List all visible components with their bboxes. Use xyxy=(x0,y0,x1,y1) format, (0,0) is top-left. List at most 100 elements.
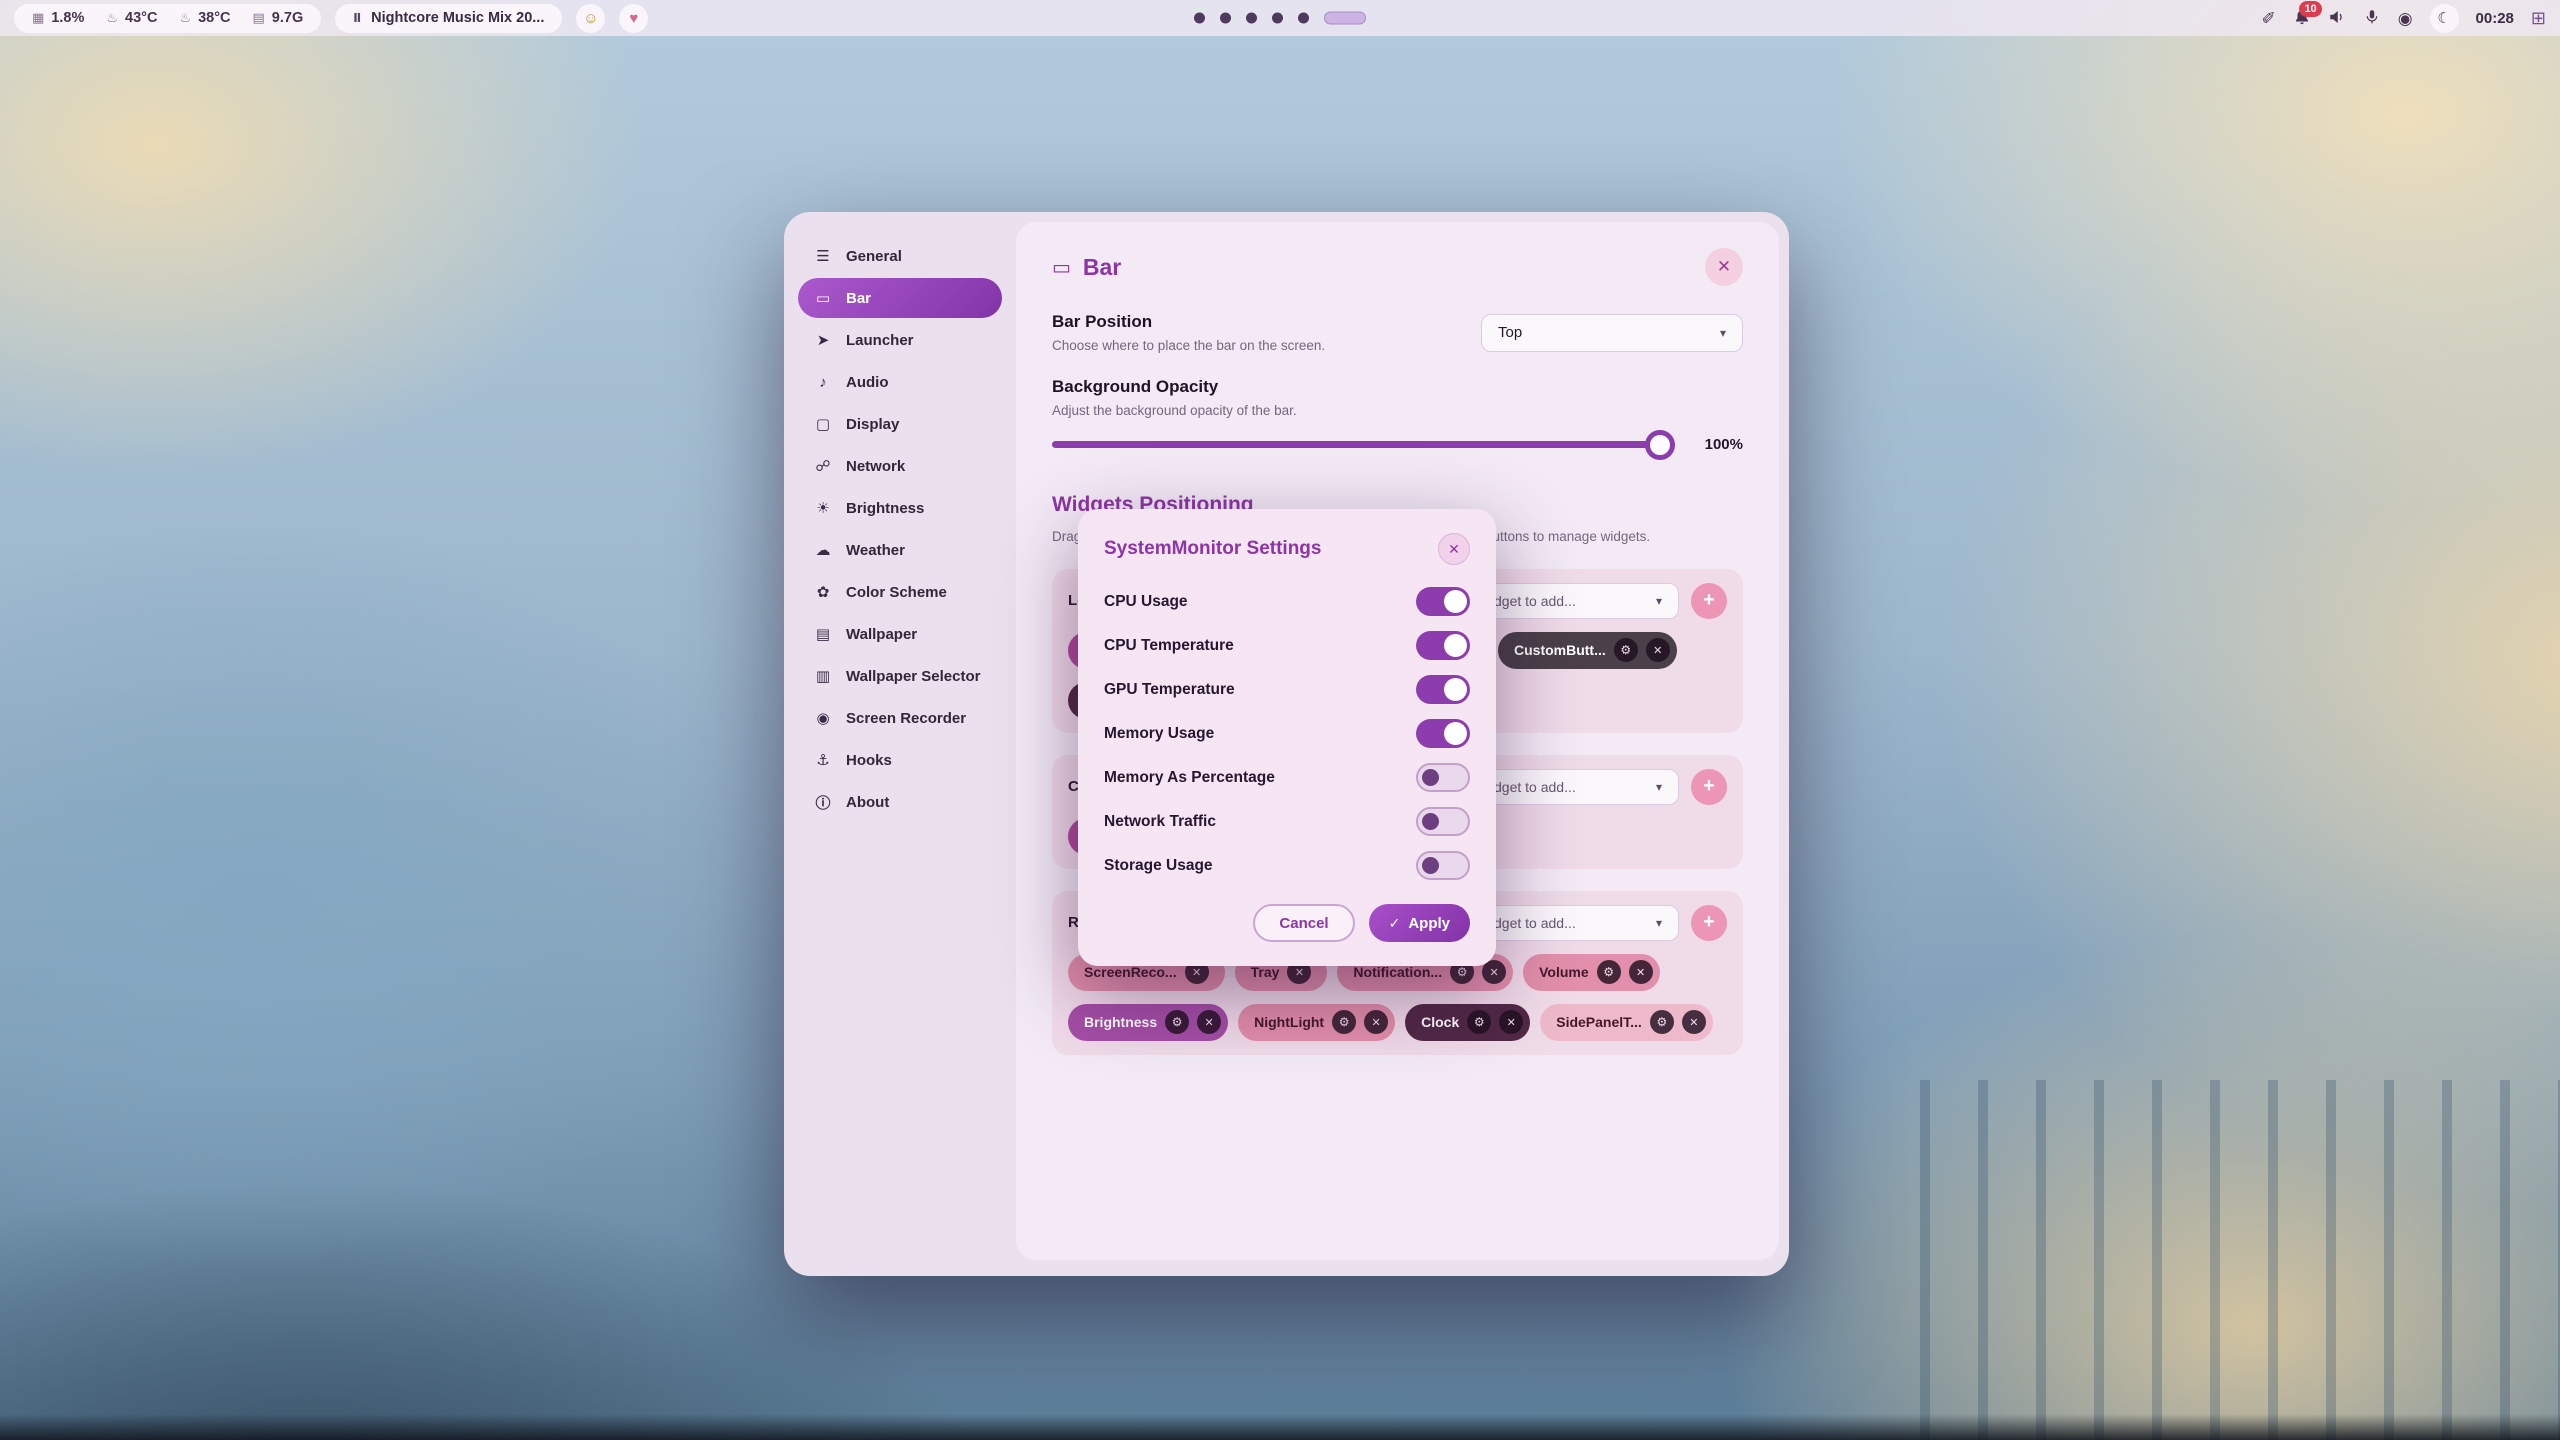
chip-settings-button[interactable]: ⚙ xyxy=(1467,1010,1491,1034)
sidebar-item-brightness[interactable]: ☀ Brightness xyxy=(798,488,1002,528)
sidebar-item-launcher[interactable]: ➤ Launcher xyxy=(798,320,1002,360)
storage-usage-toggle[interactable] xyxy=(1416,851,1470,880)
volume-button[interactable] xyxy=(2328,8,2346,29)
moon-icon: ☾ xyxy=(2437,11,2450,26)
toggle-label: Storage Usage xyxy=(1104,857,1213,875)
chip-remove-button[interactable]: ✕ xyxy=(1197,1010,1221,1034)
chip-label: SidePanelT... xyxy=(1556,1014,1642,1030)
check-icon: ✓ xyxy=(1389,915,1401,932)
memory-as-percentage-toggle[interactable] xyxy=(1416,763,1470,792)
add-widget-button-right[interactable]: + xyxy=(1691,905,1727,941)
cpu-usage-toggle[interactable] xyxy=(1416,587,1470,616)
window-close-button[interactable]: ✕ xyxy=(1705,248,1743,286)
close-icon: ✕ xyxy=(1717,257,1731,277)
screen-record-button[interactable]: ◉ xyxy=(2398,10,2413,27)
sidebar-item-bar[interactable]: ▭ Bar xyxy=(798,278,1002,318)
chip-remove-button[interactable]: ✕ xyxy=(1364,1010,1388,1034)
system-stats-widget[interactable]: ▦ 1.8% ♨ 43°C ♨ 38°C ▤ 9.7G xyxy=(14,4,321,33)
toggle-row-cpu-temperature: CPU Temperature xyxy=(1104,631,1470,660)
sidebar-item-label: Screen Recorder xyxy=(846,710,966,727)
sliders-icon: ☰ xyxy=(813,247,833,265)
close-icon: ✕ xyxy=(1372,1016,1381,1029)
gpu-temp-stat: ♨ 38°C xyxy=(179,10,230,26)
chevron-down-icon: ▾ xyxy=(1656,780,1662,794)
color-picker-button[interactable]: ✐ xyxy=(2261,10,2275,27)
chip-remove-button[interactable]: ✕ xyxy=(1629,960,1653,984)
widget-chip-volume[interactable]: Volume ⚙ ✕ xyxy=(1523,954,1660,991)
close-icon: ✕ xyxy=(1448,541,1460,558)
apply-button[interactable]: ✓ Apply xyxy=(1369,904,1470,942)
workspace-dot[interactable] xyxy=(1194,13,1205,24)
modal-close-button[interactable]: ✕ xyxy=(1438,533,1470,565)
notifications-button[interactable]: 10 xyxy=(2293,9,2311,27)
workspace-dot[interactable] xyxy=(1246,13,1257,24)
bar-position-dropdown[interactable]: Top ▾ xyxy=(1481,314,1743,352)
workspace-dot[interactable] xyxy=(1298,13,1309,24)
sidebar-item-weather[interactable]: ☁ Weather xyxy=(798,530,1002,570)
memory-value: 9.7G xyxy=(272,10,303,26)
chip-settings-button[interactable]: ⚙ xyxy=(1597,960,1621,984)
widget-chip-sidepaneltoggle[interactable]: SidePanelT... ⚙ ✕ xyxy=(1540,1004,1713,1041)
sidebar-item-general[interactable]: ☰ General xyxy=(798,236,1002,276)
chip-settings-button[interactable]: ⚙ xyxy=(1614,638,1638,662)
chip-settings-button[interactable]: ⚙ xyxy=(1165,1010,1189,1034)
bar-position-value: Top xyxy=(1498,324,1522,341)
widget-chip-nightlight[interactable]: NightLight ⚙ ✕ xyxy=(1238,1004,1395,1041)
sidebar-item-color-scheme[interactable]: ✿ Color Scheme xyxy=(798,572,1002,612)
emoji-picker-button[interactable]: ☺ xyxy=(576,4,605,33)
cpu-temp-stat: ♨ 43°C xyxy=(106,10,157,26)
hook-icon: ⚓ xyxy=(813,751,833,769)
sidebar-item-screen-recorder[interactable]: ◉ Screen Recorder xyxy=(798,698,1002,738)
cancel-button[interactable]: Cancel xyxy=(1253,904,1354,942)
clock[interactable]: 00:28 xyxy=(2476,10,2514,27)
audio-icon: ♪ xyxy=(813,374,833,391)
sidebar-item-display[interactable]: ▢ Display xyxy=(798,404,1002,444)
add-widget-button-center[interactable]: + xyxy=(1691,769,1727,805)
toggle-row-storage-usage: Storage Usage xyxy=(1104,851,1470,880)
cpu-temperature-toggle[interactable] xyxy=(1416,631,1470,660)
widget-chip-custombutton[interactable]: CustomButt... ⚙ ✕ xyxy=(1498,632,1677,669)
widget-chip-clock[interactable]: Clock ⚙ ✕ xyxy=(1405,1004,1530,1041)
chip-settings-button[interactable]: ⚙ xyxy=(1332,1010,1356,1034)
sidebar-item-about[interactable]: ⓘ About xyxy=(798,782,1002,822)
workspace-dot[interactable] xyxy=(1220,13,1231,24)
media-player-widget[interactable]: Ⅱ Nightcore Music Mix 20... xyxy=(335,4,562,33)
pause-icon: Ⅱ xyxy=(353,11,360,25)
chip-settings-button[interactable]: ⚙ xyxy=(1650,1010,1674,1034)
add-widget-button-left[interactable]: + xyxy=(1691,583,1727,619)
sidebar-item-network[interactable]: ☍ Network xyxy=(798,446,1002,486)
microphone-button[interactable] xyxy=(2363,8,2381,29)
sidebar-item-audio[interactable]: ♪ Audio xyxy=(798,362,1002,402)
network-traffic-toggle[interactable] xyxy=(1416,807,1470,836)
network-icon: ☍ xyxy=(813,457,833,475)
sidebar-item-wallpaper[interactable]: ▤ Wallpaper xyxy=(798,614,1002,654)
cancel-button-label: Cancel xyxy=(1279,915,1328,932)
night-light-toggle[interactable]: ☾ xyxy=(2430,4,2459,33)
opacity-slider[interactable] xyxy=(1052,441,1671,448)
sidebar-item-wallpaper-selector[interactable]: ▥ Wallpaper Selector xyxy=(798,656,1002,696)
opacity-slider-thumb[interactable] xyxy=(1645,430,1675,460)
gear-icon: ⚙ xyxy=(1172,1015,1183,1029)
top-bar: ▦ 1.8% ♨ 43°C ♨ 38°C ▤ 9.7G Ⅱ Nightcore … xyxy=(0,0,2560,36)
chip-remove-button[interactable]: ✕ xyxy=(1646,638,1670,662)
close-icon: ✕ xyxy=(1689,1016,1698,1029)
app-launcher-button[interactable]: ⊞ xyxy=(2531,9,2546,27)
bar-position-label: Bar Position xyxy=(1052,312,1325,332)
sidebar-item-label: Wallpaper Selector xyxy=(846,668,981,685)
favorites-button[interactable]: ♥ xyxy=(619,4,648,33)
workspace-dot[interactable] xyxy=(1272,13,1283,24)
sidebar-item-hooks[interactable]: ⚓ Hooks xyxy=(798,740,1002,780)
chip-remove-button[interactable]: ✕ xyxy=(1499,1010,1523,1034)
workspace-active-pill[interactable] xyxy=(1324,12,1366,25)
chip-remove-button[interactable]: ✕ xyxy=(1682,1010,1706,1034)
widget-chip-brightness[interactable]: Brightness ⚙ ✕ xyxy=(1068,1004,1228,1041)
cloud-icon: ☁ xyxy=(813,541,833,559)
opacity-value: 100% xyxy=(1691,436,1743,453)
gpu-temperature-toggle[interactable] xyxy=(1416,675,1470,704)
memory-usage-toggle[interactable] xyxy=(1416,719,1470,748)
plus-icon: + xyxy=(1703,589,1715,612)
cpu-icon: ▦ xyxy=(32,10,44,26)
speaker-icon xyxy=(2328,8,2346,29)
toggle-row-cpu-usage: CPU Usage xyxy=(1104,587,1470,616)
chip-remove-button[interactable]: ✕ xyxy=(1482,960,1506,984)
